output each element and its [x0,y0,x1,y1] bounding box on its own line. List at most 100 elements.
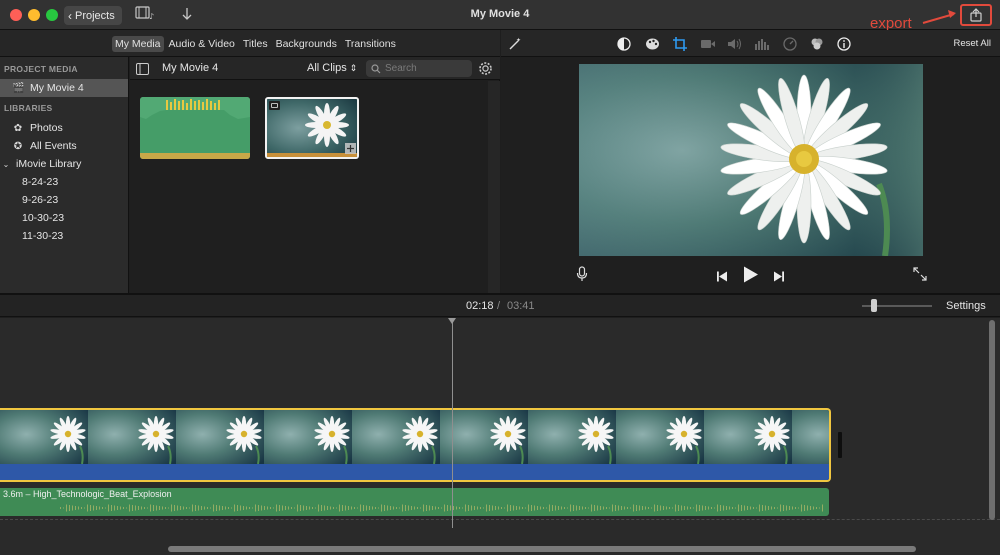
star-box-icon: ✪ [13,140,23,152]
svg-text:✦: ✦ [516,37,521,44]
clip-frame [88,410,176,464]
sidebar-item-label: 9-26-23 [22,194,59,206]
video-clip-track[interactable] [0,408,831,482]
libraries-sidebar: PROJECT MEDIA 🎬 My Movie 4 LIBRARIES ✿ P… [0,57,129,293]
speed-icon[interactable] [782,36,798,52]
timeline-settings-button[interactable]: Settings [946,300,986,312]
clip-frames [0,410,829,464]
import-media-icon[interactable] [181,6,193,25]
horizontal-scrollbar[interactable] [168,546,916,552]
media-browser: My Movie 4 All Clips ⇕ [130,57,500,293]
clip-frame [792,410,829,464]
search-icon [371,63,381,73]
clips-filter-select[interactable]: All Clips ⇕ [307,62,357,74]
fullscreen-icon[interactable] [913,267,927,286]
skip-forward-icon[interactable] [773,269,785,287]
sidebar-item-event-2[interactable]: 9-26-23 [0,191,128,209]
photos-flower-icon: ✿ [13,122,23,134]
background-music-track[interactable]: 3.6m – High_Technologic_Beat_Explosion [0,488,829,516]
browser-header: My Movie 4 All Clips ⇕ [130,57,500,80]
microphone-icon[interactable] [576,266,588,287]
audio-clip-thumbnail[interactable] [140,97,250,159]
sidebar-item-label: Photos [30,122,63,134]
video-clip-thumbnail[interactable] [265,97,359,159]
volume-icon[interactable] [727,36,743,52]
play-icon[interactable] [743,266,759,288]
vertical-scrollbar[interactable] [989,320,995,520]
color-correction-icon[interactable] [644,36,660,52]
clip-filter-icon[interactable] [809,36,825,52]
crop-icon[interactable] [672,36,688,52]
updown-chevron-icon: ⇕ [349,63,358,73]
playhead[interactable] [452,318,453,528]
zoom-slider-knob[interactable] [871,299,877,312]
playhead-marker[interactable] [448,318,456,324]
clips-filter-label: All Clips [307,62,347,74]
gear-icon[interactable] [478,61,493,81]
clip-frame [264,410,352,464]
sidebar-item-event-4[interactable]: 11-30-23 [0,227,128,245]
sidebar-item-label: 8-24-23 [22,176,59,188]
projects-button-label: Projects [75,9,115,22]
info-icon[interactable] [836,36,852,52]
magic-wand-icon[interactable]: ✦ [507,36,523,52]
sidebar-item-label: My Movie 4 [30,82,84,94]
project-media-header: PROJECT MEDIA [4,64,78,74]
clip-frame [352,410,440,464]
clip-audio-strip [0,464,829,480]
track-separator [0,519,1000,520]
sidebar-item-all-events[interactable]: ✪ All Events [0,137,128,155]
tab-transitions[interactable]: Transitions [342,36,399,52]
clip-frame [176,410,264,464]
annotation-arrow-icon [922,10,956,24]
sidebar-item-photos[interactable]: ✿ Photos [0,119,128,137]
tab-audio-video[interactable]: Audio & Video [166,36,238,52]
sidebar-item-label: All Events [30,140,77,152]
zoom-window-button[interactable] [46,9,58,21]
minimize-window-button[interactable] [28,9,40,21]
sidebar-item-event-3[interactable]: 10-30-23 [0,209,128,227]
search-input[interactable] [385,63,469,74]
browser-scroll-track[interactable] [488,81,500,293]
clip-frame [440,410,528,464]
sidebar-item-label: iMovie Library [16,158,82,170]
chevron-down-icon[interactable]: ⌄ [2,160,10,169]
share-export-button[interactable] [960,4,992,26]
browser-tabs-bar: My Media Audio & Video Titles Background… [0,30,500,57]
adjustments-toolbar: ✦ Reset All [501,30,1000,57]
sidebar-item-my-movie[interactable]: 🎬 My Movie 4 [0,79,128,97]
libraries-header: LIBRARIES [4,103,53,113]
browser-title: My Movie 4 [162,62,219,74]
skip-back-icon[interactable] [716,269,728,287]
tab-backgrounds[interactable]: Backgrounds [273,36,340,52]
current-time: 02:18 [466,300,494,312]
clip-frame [0,410,88,464]
sidebar-item-label: 10-30-23 [22,212,65,224]
clip-frame [528,410,616,464]
tab-my-media[interactable]: My Media [112,36,164,52]
tab-titles[interactable]: Titles [240,36,271,52]
title-bar: ‹ Projects ♪ My Movie 4 export [0,0,1000,32]
noise-reduction-icon[interactable] [754,36,770,52]
sidebar-toggle-icon[interactable] [136,62,149,80]
reset-all-button[interactable]: Reset All [954,38,992,49]
projects-back-button[interactable]: ‹ Projects [64,6,122,25]
media-library-toggle-icon[interactable]: ♪ [135,6,155,23]
clip-frame [704,410,792,464]
color-balance-icon[interactable] [616,36,632,52]
sidebar-item-imovie-library[interactable]: ⌄ iMovie Library [0,155,128,173]
clapperboard-icon: 🎬 [12,82,25,94]
svg-text:♪: ♪ [149,12,154,20]
sidebar-item-label: 11-30-23 [22,230,64,242]
stabilization-icon[interactable] [700,36,716,52]
search-field[interactable] [366,60,472,77]
sidebar-item-event-1[interactable]: 8-24-23 [0,173,128,191]
chevron-left-icon: ‹ [68,8,72,23]
share-icon [970,8,982,22]
timeline[interactable]: 3.6m – High_Technologic_Beat_Explosion [0,318,1000,555]
video-preview[interactable] [579,64,923,256]
clip-trim-handle[interactable] [838,432,842,458]
timecode-bar: 02:18 / 03:41 Settings [0,295,1000,317]
clip-frame [616,410,704,464]
close-window-button[interactable] [10,9,22,21]
